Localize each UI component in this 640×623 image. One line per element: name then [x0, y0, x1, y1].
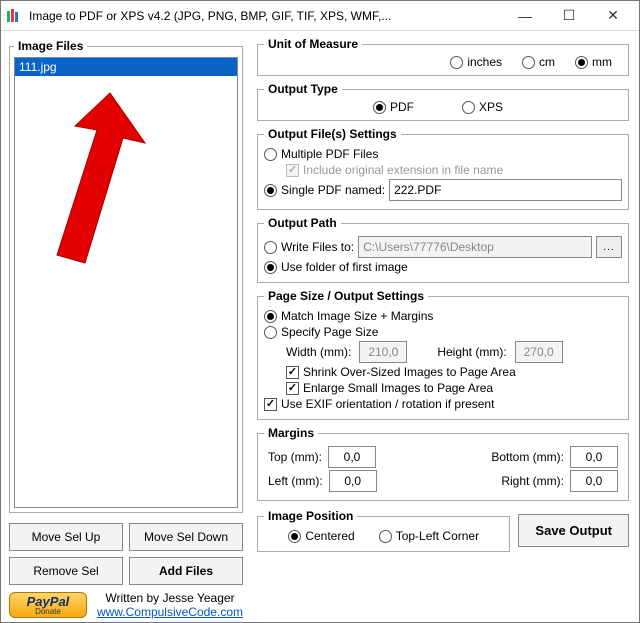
remove-sel-button[interactable]: Remove Sel [9, 557, 123, 585]
margins-legend: Margins [264, 426, 318, 440]
output-files-legend: Output File(s) Settings [264, 127, 401, 141]
output-path-input [358, 236, 592, 258]
margin-right-label: Right (mm): [501, 474, 564, 488]
margin-bottom-label: Bottom (mm): [491, 450, 564, 464]
unit-cm-option[interactable]: cm [522, 55, 555, 69]
author-credit: Written by Jesse Yeager [97, 591, 243, 605]
match-image-size-option[interactable]: Match Image Size + Margins [264, 309, 433, 323]
margin-top-input[interactable] [328, 446, 376, 468]
image-pos-centered-option[interactable]: Centered [288, 529, 354, 543]
credits-row: PayPal Donate Written by Jesse Yeager ww… [9, 591, 243, 619]
write-files-to-option[interactable]: Write Files to: [264, 240, 354, 254]
image-pos-topleft-option[interactable]: Top-Left Corner [379, 529, 479, 543]
height-label: Height (mm): [437, 345, 506, 359]
output-path-legend: Output Path [264, 216, 341, 230]
margin-left-input[interactable] [329, 470, 377, 492]
single-pdf-name-input[interactable] [389, 179, 622, 201]
window-controls: — ☐ ✕ [503, 2, 635, 30]
unit-legend: Unit of Measure [264, 37, 362, 51]
browse-path-button[interactable]: ... [596, 236, 622, 258]
page-height-input [515, 341, 563, 363]
file-listbox[interactable]: 111.jpg [14, 57, 238, 508]
image-position-legend: Image Position [264, 509, 357, 523]
app-icon [5, 7, 23, 25]
window-title: Image to PDF or XPS v4.2 (JPG, PNG, BMP,… [29, 9, 503, 23]
move-sel-down-button[interactable]: Move Sel Down [129, 523, 243, 551]
add-files-button[interactable]: Add Files [129, 557, 243, 585]
width-label: Width (mm): [286, 345, 351, 359]
specify-page-size-option[interactable]: Specify Page Size [264, 325, 378, 339]
website-link[interactable]: www.CompulsiveCode.com [97, 605, 243, 619]
output-type-xps-option[interactable]: XPS [462, 100, 503, 114]
use-folder-option[interactable]: Use folder of first image [264, 260, 408, 274]
margin-left-label: Left (mm): [268, 474, 323, 488]
image-files-legend: Image Files [14, 39, 87, 53]
paypal-donate-button[interactable]: PayPal Donate [9, 592, 87, 618]
output-type-legend: Output Type [264, 82, 342, 96]
include-ext-checkbox: Include original extension in file name [286, 163, 503, 177]
paypal-sublabel: Donate [35, 608, 61, 616]
shrink-oversized-checkbox[interactable]: Shrink Over-Sized Images to Page Area [286, 365, 516, 379]
margin-right-input[interactable] [570, 470, 618, 492]
output-type-pdf-option[interactable]: PDF [373, 100, 414, 114]
minimize-button[interactable]: — [503, 2, 547, 30]
margin-bottom-input[interactable] [570, 446, 618, 468]
close-button[interactable]: ✕ [591, 2, 635, 30]
move-sel-up-button[interactable]: Move Sel Up [9, 523, 123, 551]
annotation-arrow-icon [25, 88, 165, 278]
single-pdf-option[interactable]: Single PDF named: [264, 183, 385, 197]
margin-top-label: Top (mm): [268, 450, 322, 464]
use-exif-checkbox[interactable]: Use EXIF orientation / rotation if prese… [264, 397, 494, 411]
left-column: Image Files 111.jpg Move Sel Up Move Sel… [1, 31, 249, 623]
right-column: Unit of Measure inches cm mm Output Type… [249, 31, 639, 623]
unit-inches-option[interactable]: inches [450, 55, 502, 69]
page-size-legend: Page Size / Output Settings [264, 289, 428, 303]
list-item[interactable]: 111.jpg [15, 58, 237, 76]
unit-mm-option[interactable]: mm [575, 55, 612, 69]
save-output-button[interactable]: Save Output [518, 514, 629, 547]
page-width-input [359, 341, 407, 363]
maximize-button[interactable]: ☐ [547, 2, 591, 30]
paypal-label: PayPal [27, 595, 70, 608]
titlebar: Image to PDF or XPS v4.2 (JPG, PNG, BMP,… [1, 1, 639, 31]
enlarge-small-checkbox[interactable]: Enlarge Small Images to Page Area [286, 381, 493, 395]
multiple-pdf-option[interactable]: Multiple PDF Files [264, 147, 378, 161]
